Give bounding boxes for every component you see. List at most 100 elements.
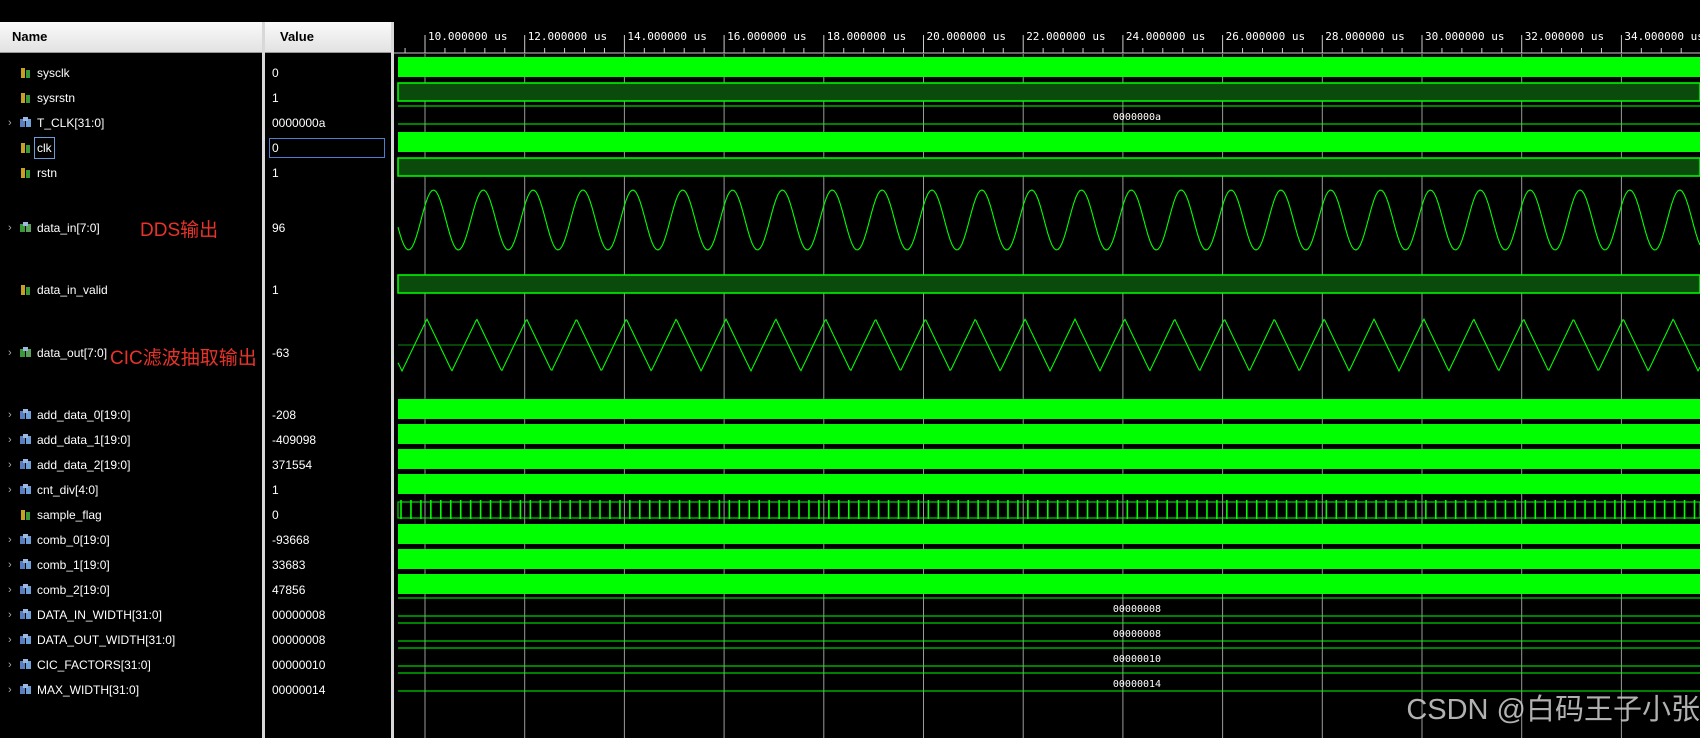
bus-signal-icon	[20, 659, 31, 669]
expand-chevron-icon[interactable]: ›	[8, 343, 12, 363]
signal-row[interactable]: › add_data_1[19:0] -409098	[0, 430, 391, 450]
bus-signal-icon	[20, 634, 31, 644]
signal-value: 0	[272, 66, 279, 80]
expand-chevron-icon[interactable]: ›	[8, 480, 12, 500]
signal-name: CIC_FACTORS[31:0]	[37, 658, 151, 672]
signal-name: add_data_0[19:0]	[37, 408, 131, 422]
bus-signal-icon	[20, 459, 31, 469]
bus-signal-icon	[20, 484, 31, 494]
signal-value: 1	[272, 91, 279, 105]
wave-bus-value: 0000000a	[1113, 112, 1161, 123]
signal-name: MAX_WIDTH[31:0]	[37, 683, 140, 697]
time-tick-label: 18.000000 us	[827, 30, 906, 43]
signal-row[interactable]: › MAX_WIDTH[31:0] 00000014	[0, 680, 391, 700]
signal-value: 33683	[272, 558, 306, 572]
bit-signal-icon	[21, 510, 30, 520]
signal-value: 0	[272, 508, 279, 522]
name-column-header[interactable]: Name	[0, 22, 262, 53]
wave-bus-band	[398, 132, 1700, 152]
signal-value: 00000008	[272, 608, 326, 622]
time-tick-label: 22.000000 us	[1026, 30, 1105, 43]
expand-chevron-icon[interactable]: ›	[8, 555, 12, 575]
wave-sine-analog	[397, 189, 1700, 251]
expand-chevron-icon[interactable]: ›	[8, 430, 12, 450]
signal-name: rstn	[37, 166, 58, 180]
expand-chevron-icon[interactable]: ›	[8, 218, 12, 238]
expand-chevron-icon[interactable]: ›	[8, 580, 12, 600]
signal-value: 00000010	[272, 658, 326, 672]
expand-chevron-icon[interactable]: ›	[8, 113, 12, 133]
time-tick-label: 34.000000 us	[1624, 30, 1700, 43]
expand-chevron-icon[interactable]: ›	[8, 680, 12, 700]
signal-row[interactable]: › DATA_IN_WIDTH[31:0] 00000008	[0, 605, 391, 625]
time-tick-label: 14.000000 us	[627, 30, 706, 43]
signal-row[interactable]: sample_flag 0	[0, 505, 391, 525]
bus-signal-icon	[20, 534, 31, 544]
signal-value: -63	[272, 346, 290, 360]
wave-bus-value: 00000008	[1113, 604, 1161, 615]
wave-bus-band	[398, 57, 1700, 77]
signal-row[interactable]: › comb_2[19:0] 47856	[0, 580, 391, 600]
cic-output-annotation: CIC滤波抽取输出	[110, 348, 257, 369]
signal-value: 47856	[272, 583, 306, 597]
dds-output-annotation: DDS输出	[140, 220, 219, 241]
signal-value: 371554	[272, 458, 313, 472]
signal-row[interactable]: › add_data_2[19:0] 371554	[0, 455, 391, 475]
signal-row[interactable]: › comb_1[19:0] 33683	[0, 555, 391, 575]
wave-bus-value: 00000008	[1113, 629, 1161, 640]
signal-value: 1	[272, 166, 279, 180]
signal-value: 0000000a	[272, 116, 326, 130]
time-tick-label: 20.000000 us	[927, 30, 1006, 43]
signal-row[interactable]: › CIC_FACTORS[31:0] 00000010	[0, 655, 391, 675]
signal-row[interactable]: › add_data_0[19:0] -208	[0, 405, 391, 425]
signal-row[interactable]: › DATA_OUT_WIDTH[31:0] 00000008	[0, 630, 391, 650]
bit-signal-icon	[21, 68, 30, 78]
expand-chevron-icon[interactable]: ›	[8, 455, 12, 475]
value-column-header[interactable]: Value	[265, 22, 391, 53]
bit-signal-icon	[21, 93, 30, 103]
bit-signal-icon	[21, 143, 30, 153]
signal-name: clk	[34, 137, 55, 159]
signal-value: 1	[272, 283, 279, 297]
signal-row[interactable]: clk 0	[0, 137, 391, 159]
expand-chevron-icon[interactable]: ›	[8, 630, 12, 650]
signal-value: -208	[272, 408, 297, 422]
wave-bus-band	[398, 449, 1700, 469]
wave-high-level	[397, 82, 1700, 102]
time-tick-label: 30.000000 us	[1425, 30, 1504, 43]
bit-signal-icon	[21, 168, 30, 178]
bus-signal-icon	[20, 409, 31, 419]
signal-name: DATA_OUT_WIDTH[31:0]	[37, 633, 176, 647]
expand-chevron-icon[interactable]: ›	[8, 405, 12, 425]
wave-bus-band	[398, 574, 1700, 594]
signal-row[interactable]: › T_CLK[31:0] 0000000a	[0, 113, 391, 133]
signal-row[interactable]: sysclk 0	[0, 63, 391, 83]
signal-name: sysrstn	[37, 91, 76, 105]
signal-name: cnt_div[4:0]	[37, 483, 99, 497]
signal-name: comb_2[19:0]	[37, 583, 110, 597]
wave-bus-value: 00000010	[1113, 654, 1161, 665]
signal-row[interactable]: data_in_valid 1	[0, 280, 391, 300]
signal-value: 0	[269, 138, 385, 158]
wave-bus-band	[398, 549, 1700, 569]
signal-name: data_in_valid	[37, 283, 108, 297]
bus-signal-icon	[20, 434, 31, 444]
signal-value: 00000014	[272, 683, 326, 697]
signal-name: comb_1[19:0]	[37, 558, 110, 572]
signal-value-panel	[265, 0, 391, 738]
waveform-canvas[interactable]: 10.000000 us 12.000000 us 14.000000 us 16.0…	[394, 0, 1700, 738]
time-tick-label: 12.000000 us	[528, 30, 607, 43]
signal-row[interactable]: rstn 1	[0, 163, 391, 183]
signal-row[interactable]: sysrstn 1	[0, 88, 391, 108]
bus-signal-icon	[20, 684, 31, 694]
expand-chevron-icon[interactable]: ›	[8, 655, 12, 675]
expand-chevron-icon[interactable]: ›	[8, 530, 12, 550]
signal-row[interactable]: › comb_0[19:0] -93668	[0, 530, 391, 550]
bus-signal-icon	[20, 559, 31, 569]
signal-name: sysclk	[37, 66, 70, 80]
bus-signal-icon	[20, 609, 31, 619]
expand-chevron-icon[interactable]: ›	[8, 605, 12, 625]
signal-value: -409098	[272, 433, 317, 447]
signal-row[interactable]: › cnt_div[4:0] 1	[0, 480, 391, 500]
signal-name: add_data_1[19:0]	[37, 433, 131, 447]
